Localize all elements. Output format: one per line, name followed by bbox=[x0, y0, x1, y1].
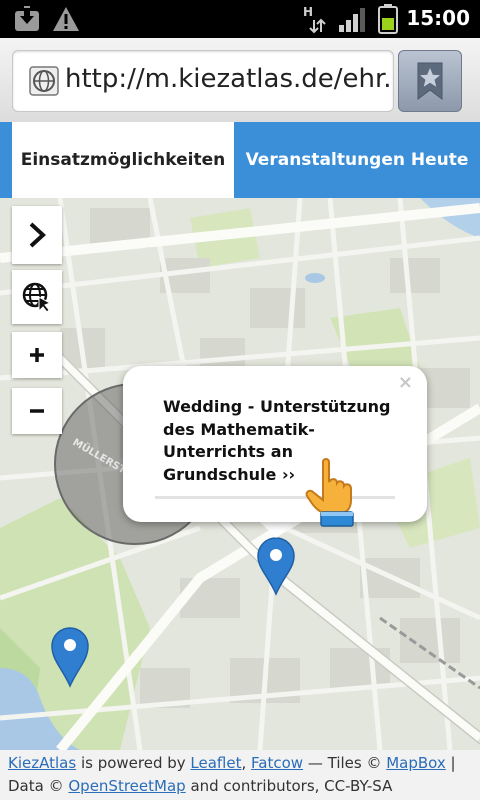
attribution-text: | bbox=[445, 754, 456, 772]
globe-icon bbox=[29, 66, 59, 96]
map-marker[interactable] bbox=[256, 536, 296, 596]
browser-toolbar: http://m.kiezatlas.de/ehr... bbox=[0, 38, 480, 123]
tab-einsatzmoeglichkeiten[interactable]: Einsatzmöglichkeiten bbox=[12, 122, 234, 198]
openstreetmap-link[interactable]: OpenStreetMap bbox=[68, 777, 185, 795]
locate-globe-icon bbox=[22, 282, 52, 313]
attribution-text: — Tiles © bbox=[303, 754, 387, 772]
tab-bar: Einsatzmöglichkeiten Veranstaltungen Heu… bbox=[0, 122, 480, 198]
mapbox-link[interactable]: MapBox bbox=[386, 754, 446, 772]
status-time: 15:00 bbox=[406, 6, 470, 30]
map-popup: × Wedding - Unterstützung des Mathematik… bbox=[123, 366, 427, 527]
bookmark-star-icon bbox=[417, 62, 443, 100]
signal-icon bbox=[339, 8, 365, 32]
fatcow-link[interactable]: Fatcow bbox=[251, 754, 303, 772]
tab-veranstaltungen-heute[interactable]: Veranstaltungen Heute bbox=[234, 122, 480, 198]
attribution-text: , bbox=[241, 754, 252, 772]
chevron-right-icon bbox=[29, 222, 46, 248]
download-icon bbox=[15, 6, 39, 31]
locate-button[interactable] bbox=[12, 270, 62, 324]
zoom-in-button[interactable] bbox=[12, 332, 62, 378]
svg-text:H: H bbox=[303, 5, 313, 19]
bookmark-button[interactable] bbox=[398, 50, 462, 112]
zoom-out-icon bbox=[30, 409, 44, 413]
attribution-text: Data © bbox=[8, 777, 69, 795]
attribution-text: is powered by bbox=[76, 754, 191, 772]
battery-icon bbox=[378, 4, 398, 34]
zoom-out-button[interactable] bbox=[12, 388, 62, 434]
kiezatlas-link[interactable]: KiezAtlas bbox=[8, 754, 76, 772]
attribution-text: and contributors, CC-BY-SA bbox=[185, 777, 393, 795]
popup-tail bbox=[258, 520, 294, 538]
popup-divider bbox=[155, 496, 395, 499]
map-marker[interactable] bbox=[50, 626, 90, 688]
popup-close-button[interactable]: × bbox=[398, 372, 413, 393]
panel-toggle-button[interactable] bbox=[12, 206, 62, 264]
hsdpa-data-icon: H bbox=[303, 5, 326, 34]
leaflet-link[interactable]: Leaflet bbox=[190, 754, 241, 772]
zoom-in-icon bbox=[30, 348, 44, 362]
pointing-hand-icon bbox=[305, 458, 354, 527]
url-text: http://m.kiezatlas.de/ehr... bbox=[65, 64, 394, 94]
status-bar: H 15:00 bbox=[0, 0, 480, 38]
warning-icon bbox=[53, 7, 79, 31]
url-field[interactable]: http://m.kiezatlas.de/ehr... bbox=[12, 50, 394, 112]
map-attribution: KiezAtlas is powered by Leaflet, Fatcow … bbox=[0, 750, 480, 800]
